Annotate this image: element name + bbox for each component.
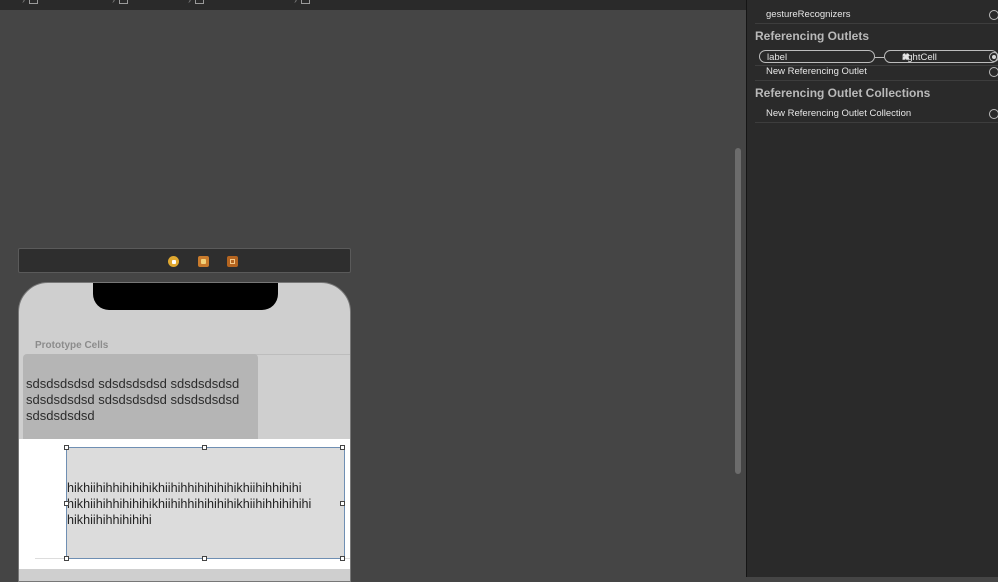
connection-circle-filled-icon[interactable] bbox=[989, 52, 998, 62]
selected-label-text: hikhiihihhihihihikhiihihhihihihihikhiihi… bbox=[67, 481, 312, 527]
referencing-outlets-heading: Referencing Outlets bbox=[755, 29, 870, 43]
document-icon bbox=[119, 0, 128, 4]
device-notch bbox=[93, 283, 278, 310]
view-controller-icon[interactable] bbox=[168, 256, 179, 267]
resize-handle-bottom-right[interactable] bbox=[340, 556, 345, 561]
breadcrumb-item[interactable]: › bbox=[188, 0, 238, 5]
resize-handle-top[interactable] bbox=[202, 445, 207, 450]
breadcrumb-item[interactable]: › bbox=[22, 0, 72, 5]
outlet-source-pill[interactable]: label bbox=[759, 50, 875, 63]
left-prototype-cell[interactable]: sdsdsdsdsd sdsdsdsdsd sdsdsdsdsd sdsdsds… bbox=[23, 354, 258, 446]
document-icon bbox=[29, 0, 38, 4]
connection-circle-icon[interactable] bbox=[989, 67, 998, 77]
resize-handle-bottom[interactable] bbox=[202, 556, 207, 561]
breadcrumb-bar: › › › › bbox=[0, 0, 746, 10]
breadcrumb-item[interactable]: › bbox=[294, 0, 310, 5]
scene-dock bbox=[18, 248, 351, 273]
chevron-right-icon: › bbox=[188, 0, 191, 5]
breadcrumb-item[interactable]: › bbox=[112, 0, 150, 5]
outlet-connection-row: label ✖ rightCell bbox=[747, 49, 998, 65]
gesture-recognizers-row: gestureRecognizers bbox=[747, 7, 998, 23]
chevron-right-icon: › bbox=[22, 0, 25, 5]
outlet-target-pill[interactable]: ✖ rightCell bbox=[884, 50, 998, 63]
referencing-outlet-collections-heading: Referencing Outlet Collections bbox=[755, 86, 931, 100]
right-prototype-cell[interactable]: hikhiihihhihihihikhiihihhihihihihikhiihi… bbox=[19, 439, 350, 569]
document-icon bbox=[195, 0, 204, 4]
exit-icon[interactable] bbox=[227, 256, 238, 267]
selected-label[interactable]: hikhiihihhihihihikhiihihhihihihihikhiihi… bbox=[66, 447, 345, 559]
new-referencing-outlet-label: New Referencing Outlet bbox=[766, 66, 867, 77]
left-cell-label[interactable]: sdsdsdsdsd sdsdsdsdsd sdsdsdsdsd sdsdsds… bbox=[26, 376, 258, 424]
connections-inspector: gestureRecognizers Referencing Outlets l… bbox=[746, 0, 998, 577]
new-referencing-outlet-collection-label: New Referencing Outlet Collection bbox=[766, 108, 912, 119]
document-icon bbox=[301, 0, 310, 4]
resize-handle-right[interactable] bbox=[340, 501, 345, 506]
resize-handle-top-right[interactable] bbox=[340, 445, 345, 450]
device-frame: Prototype Cells sdsdsdsdsd sdsdsdsdsd sd… bbox=[18, 282, 351, 582]
canvas-vertical-scrollbar[interactable] bbox=[735, 148, 741, 474]
gesture-recognizers-label: gestureRecognizers bbox=[766, 9, 851, 20]
prototype-cells-label: Prototype Cells bbox=[35, 340, 109, 351]
resize-handle-left[interactable] bbox=[64, 501, 69, 506]
first-responder-icon[interactable] bbox=[198, 256, 209, 267]
new-referencing-outlet-row: New Referencing Outlet bbox=[747, 64, 998, 80]
resize-handle-top-left[interactable] bbox=[64, 445, 69, 450]
outlet-connector-line bbox=[875, 57, 884, 58]
connection-circle-icon[interactable] bbox=[989, 109, 998, 119]
chevron-right-icon: › bbox=[112, 0, 115, 5]
new-referencing-outlet-collection-row: New Referencing Outlet Collection bbox=[747, 106, 998, 122]
resize-handle-bottom-left[interactable] bbox=[64, 556, 69, 561]
chevron-right-icon: › bbox=[294, 0, 297, 5]
connection-circle-icon[interactable] bbox=[989, 10, 998, 20]
